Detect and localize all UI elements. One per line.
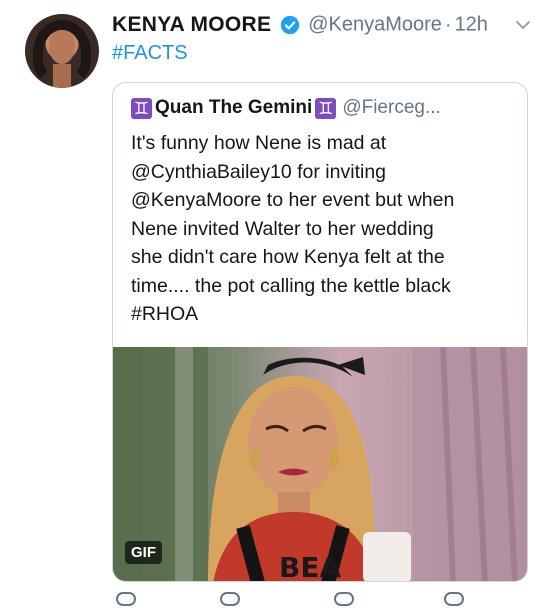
- author-name[interactable]: KENYA MOORE: [112, 13, 271, 36]
- quoted-tweet[interactable]: ♊ Quan The Gemini ♊ @Fierceg... It's funny …: [112, 82, 528, 582]
- quoted-text: It's funny how Nene is mad at @CynthiaBa…: [131, 129, 521, 329]
- gif-frame: [113, 347, 527, 581]
- tweet-actions: [112, 590, 532, 610]
- retweet-icon[interactable]: [220, 592, 240, 606]
- author-handle[interactable]: @KenyaMoore: [308, 14, 442, 36]
- gif-media[interactable]: BEA GIF: [113, 347, 527, 582]
- quoted-author-name: Quan The Gemini: [155, 97, 313, 118]
- quoted-header: ♊ Quan The Gemini ♊ @Fierceg...: [131, 97, 441, 119]
- avatar-face: [49, 30, 75, 64]
- quoted-text-line: she didn't care how Kenya felt at the: [131, 246, 445, 268]
- shirt-text: BEA: [279, 551, 342, 582]
- header-separator: ·: [444, 13, 452, 36]
- quoted-text-line: time.... the pot calling the kettle blac…: [131, 274, 451, 297]
- reply-icon[interactable]: [116, 592, 136, 606]
- author-avatar[interactable]: [25, 14, 99, 88]
- tweet-time[interactable]: 12h: [455, 14, 488, 36]
- gemini-icon: ♊: [315, 97, 337, 119]
- quoted-author-handle: @Fierceg...: [342, 97, 441, 118]
- verified-badge-icon: [280, 15, 299, 35]
- like-icon[interactable]: [334, 592, 354, 606]
- quoted-text-line: It's funny how Nene is mad at: [131, 132, 387, 154]
- share-icon[interactable]: [444, 592, 464, 606]
- quoted-text-line: Nene invited Walter to her wedding: [131, 217, 434, 240]
- gif-badge: GIF: [125, 541, 162, 564]
- avatar-neck: [53, 64, 71, 88]
- gemini-icon: ♊: [131, 97, 152, 119]
- quoted-text-line: #RHOA: [131, 303, 199, 325]
- tweet-text[interactable]: #FACTS: [112, 42, 188, 65]
- tweet-header: KENYA MOORE @KenyaMoore · 12h: [112, 13, 541, 43]
- quoted-text-line: @KenyaMoore to her event but when: [131, 189, 455, 211]
- quoted-text-line: @CynthiaBailey10 for inviting: [131, 160, 387, 183]
- chevron-down-icon[interactable]: [513, 15, 533, 35]
